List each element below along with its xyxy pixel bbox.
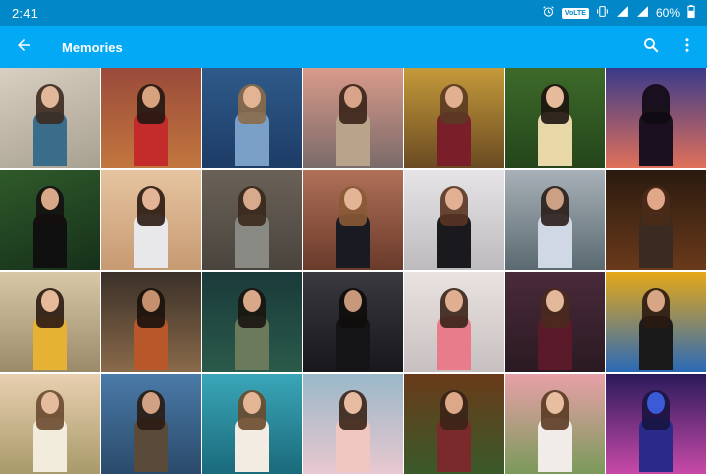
page-title: Memories xyxy=(62,39,123,55)
photo-thumbnail[interactable] xyxy=(404,272,504,372)
photo-subject xyxy=(134,84,168,168)
photo-subject xyxy=(437,390,471,474)
signal-icon xyxy=(616,5,629,21)
alarm-icon xyxy=(542,5,555,21)
photo-subject xyxy=(639,390,673,474)
photo-subject xyxy=(235,390,269,474)
photo-subject xyxy=(336,84,370,168)
photo-thumbnail[interactable] xyxy=(303,68,403,168)
photo-thumbnail[interactable] xyxy=(606,170,706,270)
photo-subject xyxy=(33,186,67,270)
photo-subject xyxy=(538,84,572,168)
photo-thumbnail[interactable] xyxy=(505,272,605,372)
photo-thumbnail[interactable] xyxy=(505,374,605,474)
battery-percent: 60% xyxy=(655,6,680,20)
photo-thumbnail[interactable] xyxy=(505,170,605,270)
vibrate-icon xyxy=(596,5,609,21)
photo-thumbnail[interactable] xyxy=(101,170,201,270)
photo-thumbnail[interactable] xyxy=(303,374,403,474)
photo-subject xyxy=(336,390,370,474)
photo-thumbnail[interactable] xyxy=(202,170,302,270)
photo-thumbnail[interactable] xyxy=(303,170,403,270)
status-icons: VoLTE 60% xyxy=(542,5,695,21)
photo-thumbnail[interactable] xyxy=(202,272,302,372)
more-vert-icon xyxy=(678,36,696,59)
photo-thumbnail[interactable] xyxy=(606,68,706,168)
status-bar: 2:41 VoLTE 60% xyxy=(0,0,707,26)
photo-subject xyxy=(33,84,67,168)
photo-subject xyxy=(33,288,67,372)
photo-subject xyxy=(538,186,572,270)
photo-thumbnail[interactable] xyxy=(0,272,100,372)
search-button[interactable] xyxy=(633,26,669,68)
photo-subject xyxy=(33,390,67,474)
photo-subject xyxy=(639,288,673,372)
photo-subject xyxy=(437,186,471,270)
photo-subject xyxy=(437,288,471,372)
photo-subject xyxy=(134,186,168,270)
photo-thumbnail[interactable] xyxy=(404,374,504,474)
arrow-back-icon xyxy=(15,36,33,59)
photo-subject xyxy=(639,186,673,270)
photo-thumbnail[interactable] xyxy=(505,68,605,168)
photo-subject xyxy=(639,84,673,168)
more-options-button[interactable] xyxy=(669,26,705,68)
photo-thumbnail[interactable] xyxy=(101,272,201,372)
photo-subject xyxy=(437,84,471,168)
photo-subject xyxy=(538,288,572,372)
photo-thumbnail[interactable] xyxy=(0,374,100,474)
photo-thumbnail[interactable] xyxy=(101,374,201,474)
photo-thumbnail[interactable] xyxy=(303,272,403,372)
search-icon xyxy=(642,36,660,59)
photo-thumbnail[interactable] xyxy=(202,68,302,168)
photo-thumbnail[interactable] xyxy=(606,272,706,372)
photo-subject xyxy=(336,186,370,270)
photo-subject xyxy=(134,288,168,372)
photo-thumbnail[interactable] xyxy=(0,68,100,168)
app-bar-actions xyxy=(633,26,707,68)
photo-subject xyxy=(235,84,269,168)
photo-thumbnail[interactable] xyxy=(404,68,504,168)
back-button[interactable] xyxy=(2,26,46,68)
photo-thumbnail[interactable] xyxy=(404,170,504,270)
battery-icon xyxy=(687,5,695,21)
photo-thumbnail[interactable] xyxy=(202,374,302,474)
photo-subject xyxy=(235,186,269,270)
status-time: 2:41 xyxy=(12,5,39,21)
photo-subject xyxy=(235,288,269,372)
photo-thumbnail[interactable] xyxy=(101,68,201,168)
photo-thumbnail[interactable] xyxy=(0,170,100,270)
photo-subject xyxy=(538,390,572,474)
photo-subject xyxy=(336,288,370,372)
wifi-icon xyxy=(636,5,649,21)
photo-subject xyxy=(134,390,168,474)
photo-thumbnail[interactable] xyxy=(606,374,706,474)
volte-badge: VoLTE xyxy=(561,7,589,19)
app-bar: Memories xyxy=(0,26,707,68)
photo-grid xyxy=(0,68,707,474)
